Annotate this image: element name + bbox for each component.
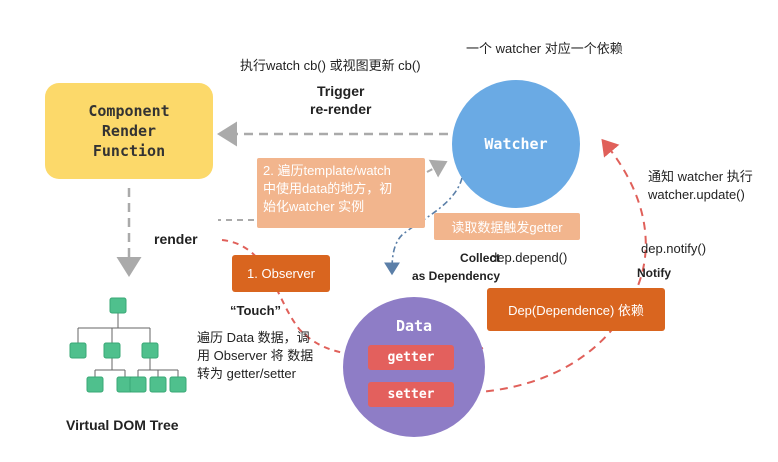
render-label: render <box>154 231 198 247</box>
component-render-function: Component Render Function <box>45 83 213 179</box>
watcher-label: Watcher <box>484 135 548 153</box>
data-node: Data getter setter <box>343 297 485 437</box>
trigger-label: Trigger re-render <box>310 83 372 117</box>
dep-box: Dep(Dependence) 依赖 <box>487 288 665 331</box>
virtual-dom-tree-icon <box>77 312 179 378</box>
dep-notify-label: dep.notify() <box>641 241 707 256</box>
observer-box: 1. Observer <box>232 255 330 292</box>
read-getter-box: 读取数据触发getter <box>434 213 580 240</box>
notify-label: Notify <box>637 266 671 280</box>
touch-label: “Touch” <box>230 303 282 318</box>
setter-pill: setter <box>368 382 454 407</box>
watcher-node: Watcher <box>452 80 580 208</box>
virtual-dom-label: Virtual DOM Tree <box>66 417 179 433</box>
traverse-data-label: 遍历 Data 数据，调 用 Observer 将 数据 转为 getter/s… <box>197 330 314 381</box>
exec-cb-label: 执行watch cb() 或视图更新 cb() <box>240 58 421 73</box>
watcher-note: 一个 watcher 对应一个依赖 <box>466 41 623 56</box>
collect-label: Collect as Dependency <box>412 251 501 283</box>
notify-watcher-label: 通知 watcher 执行 watcher.update() <box>648 169 753 202</box>
init-watcher-arrow <box>426 159 448 178</box>
traverse-template-box: 2. 遍历template/watch 中使用data的地方，初 始化watch… <box>257 158 425 228</box>
data-label: Data <box>395 317 433 335</box>
virtual-dom-tree-nodes <box>69 297 187 393</box>
dep-depend-label: dep.depend() <box>490 250 568 265</box>
getter-pill: getter <box>368 345 454 370</box>
